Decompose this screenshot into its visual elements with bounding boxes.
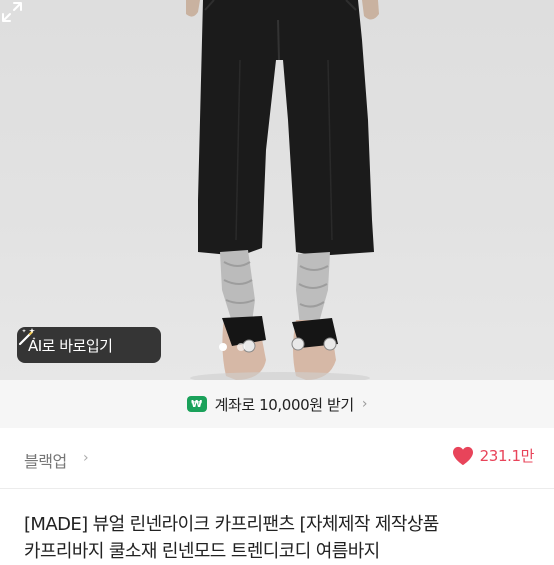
ai-try-on-label: AI로 바로입기 [28,336,113,355]
carousel-indicator [219,343,245,351]
product-title-line-1: [MADE] 뷰얼 린넨라이크 카프리팬츠 [자체제작 제작상품 [24,514,439,535]
product-image[interactable]: AI로 바로입기 [0,0,554,380]
heart-icon [452,446,473,465]
product-title-line-2: 카프리바지 쿨소재 린넨모드 트렌디코디 여름바지 [24,541,380,562]
like-count: 231.1만 [479,447,535,465]
chevron-right-icon: › [361,396,368,412]
carousel-dot-active[interactable] [219,343,227,351]
won-icon: ₩ [186,396,207,412]
product-title: [MADE] 뷰얼 린넨라이크 카프리팬츠 [자체제작 제작상품 카프리바지 쿨… [24,511,544,565]
shop-name-link[interactable]: 블랙업 [24,448,67,472]
account-reward-text: 계좌로 10,000원 받기 [214,395,355,414]
chevron-right-icon: › [83,450,89,466]
account-reward-banner[interactable]: ₩ 계좌로 10,000원 받기 › [0,380,554,428]
product-photo-illustration [186,0,379,380]
ai-try-on-button[interactable]: AI로 바로입기 [17,327,161,363]
divider [0,488,554,489]
like-button[interactable]: 231.1만 [452,445,534,466]
shop-row: 블랙업 › 231.1만 [0,428,554,488]
carousel-dot[interactable] [237,343,245,351]
expand-icon[interactable] [0,0,24,24]
magic-wand-icon [18,328,36,346]
